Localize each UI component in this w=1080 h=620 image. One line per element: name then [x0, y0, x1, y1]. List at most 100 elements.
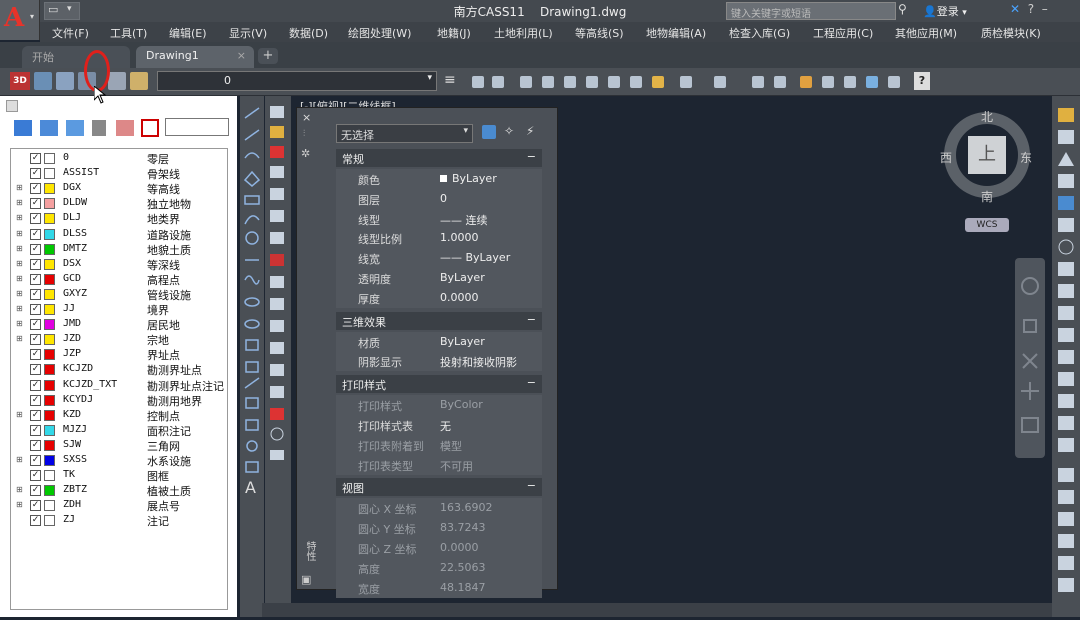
layer-visible-checkbox[interactable]: ✓	[30, 304, 41, 315]
cass-right-toolbar[interactable]	[1052, 96, 1080, 617]
layer-color-swatch[interactable]	[44, 334, 55, 346]
layer-row[interactable]: ⊞ ✓ SXSS 水系设施	[11, 453, 227, 468]
property-row[interactable]: 透明度 ByLayer	[336, 268, 542, 288]
property-row[interactable]: 打印样式表 无	[336, 415, 542, 435]
property-row[interactable]: 圆心 Z 坐标 0.0000	[336, 538, 542, 558]
property-value[interactable]: 48.1847	[440, 581, 486, 594]
layer-color-swatch[interactable]	[44, 153, 55, 164]
property-row[interactable]: 线型比例 1.0000	[336, 228, 542, 249]
layer-row[interactable]: ✓ SJW 三角网	[11, 438, 227, 453]
layer-color-swatch[interactable]	[44, 258, 55, 270]
layer-color-swatch[interactable]	[44, 288, 55, 300]
property-value[interactable]: —— 连续	[440, 212, 488, 228]
layer-row[interactable]: ✓ TK 图框	[11, 468, 227, 483]
expand-icon[interactable]: ⊞	[16, 229, 23, 238]
menu-item[interactable]: 工具(T)	[110, 25, 147, 41]
palette-icon[interactable]: ▣	[301, 573, 311, 586]
layer-color-swatch[interactable]	[44, 455, 55, 466]
layer-visible-checkbox[interactable]: ✓	[30, 258, 41, 270]
layer-row[interactable]: ✓ ASSIST 骨架线	[11, 166, 227, 181]
layer-row[interactable]: ⊞ ✓ ZDH 展点号	[11, 498, 227, 513]
search-input[interactable]: 键入关键字或短语	[726, 2, 896, 20]
property-value[interactable]: 1.0000	[440, 231, 479, 244]
property-row[interactable]: 线型 —— 连续	[336, 208, 542, 229]
viewcube-north[interactable]: 北	[981, 108, 993, 125]
viewcube-west[interactable]: 西	[940, 149, 952, 166]
property-row[interactable]: 宽度 48.1847	[336, 577, 542, 598]
expand-icon[interactable]: ⊞	[16, 500, 23, 509]
menu-item[interactable]: 绘图处理(W)	[348, 25, 411, 41]
layer-visible-checkbox[interactable]: ✓	[30, 168, 41, 180]
quick-access-toolbar[interactable]: ▭ ▾	[44, 2, 80, 20]
property-row[interactable]: 圆心 X 坐标 163.6902	[336, 498, 542, 519]
tab-start[interactable]: 开始	[22, 46, 130, 68]
layer-row[interactable]: ⊞ ✓ DMTZ 地貌土质	[11, 242, 227, 257]
minimize-icon[interactable]: –	[1042, 2, 1048, 16]
layer-color-swatch[interactable]	[44, 364, 55, 376]
draw-toolbar[interactable]: A	[240, 96, 264, 617]
expand-icon[interactable]: ⊞	[16, 274, 23, 283]
property-value[interactable]: 模型	[440, 438, 462, 454]
layer-visible-checkbox[interactable]: ✓	[30, 319, 41, 331]
viewcube-south[interactable]: 南	[981, 188, 993, 205]
layer-visible-checkbox[interactable]: ✓	[30, 288, 41, 300]
layer-color-swatch[interactable]	[44, 439, 55, 451]
quick-select-icon[interactable]: ⚡	[526, 124, 534, 138]
property-value[interactable]: ByLayer	[440, 335, 485, 348]
horizontal-scrollbar[interactable]	[262, 603, 1052, 617]
toolbar-icon-strip[interactable]	[470, 74, 910, 90]
expand-icon[interactable]: ⊞	[16, 198, 23, 207]
property-value[interactable]: 0.0000	[440, 541, 479, 554]
layer-visible-checkbox[interactable]: ✓	[30, 349, 41, 361]
property-row[interactable]: 阴影显示 投射和接收阴影	[336, 351, 542, 372]
binoculars-icon[interactable]: ⚲	[898, 2, 916, 20]
login-button[interactable]: 👤登录 ▾	[923, 3, 967, 19]
layer-visible-checkbox[interactable]: ✓	[30, 213, 41, 225]
layer-color-swatch[interactable]	[44, 485, 55, 497]
layer-color-swatch[interactable]	[44, 273, 55, 285]
layer-row[interactable]: ✓ JZP 界址点	[11, 347, 227, 362]
property-section-header[interactable]: 常规 −	[336, 149, 542, 167]
window-icon[interactable]	[56, 72, 74, 90]
layer-row[interactable]: ⊞ ✓ JZD 宗地	[11, 332, 227, 347]
viewcube-east[interactable]: 东	[1020, 149, 1032, 166]
close-icon[interactable]: ×	[237, 49, 246, 62]
menu-item[interactable]: 等高线(S)	[575, 25, 624, 41]
layer-color-swatch[interactable]	[44, 500, 55, 512]
viewcube-face[interactable]: 上	[968, 136, 1006, 174]
property-section-header[interactable]: 打印样式 −	[336, 375, 542, 394]
selection-dropdown[interactable]: 无选择 ▾	[336, 124, 473, 143]
layer-color-swatch[interactable]	[44, 470, 55, 482]
layer-row[interactable]: ⊞ ✓ GCD 高程点	[11, 272, 227, 287]
expand-icon[interactable]: ⊞	[16, 485, 23, 494]
property-section-header[interactable]: 三维效果 −	[336, 311, 542, 330]
layer-visible-checkbox[interactable]: ✓	[30, 439, 41, 451]
layer-visible-checkbox[interactable]: ✓	[30, 379, 41, 391]
layer-visible-checkbox[interactable]: ✓	[30, 394, 41, 406]
property-value[interactable]: 163.6902	[440, 501, 493, 514]
window-controls[interactable]: ✕ ? –	[1010, 2, 1048, 16]
3d-button[interactable]: 3D	[10, 72, 30, 90]
property-row[interactable]: 厚度 0.0000	[336, 287, 542, 308]
layer-row[interactable]: ✓ KCJZD 勘测界址点	[11, 362, 227, 377]
layer-color-swatch[interactable]	[44, 228, 55, 240]
open-folder-icon[interactable]: ▭	[48, 3, 58, 16]
expand-icon[interactable]: ⊞	[16, 304, 23, 313]
dropdown-arrow-icon[interactable]: ▾	[67, 4, 72, 14]
layer-visible-checkbox[interactable]: ✓	[30, 183, 41, 195]
close-icon[interactable]: ×	[302, 111, 311, 124]
layer-visible-checkbox[interactable]: ✓	[30, 409, 41, 421]
layer-dropdown[interactable]: 0 ▾	[157, 71, 437, 91]
panel-close-icon[interactable]	[6, 100, 18, 112]
layer-color-swatch[interactable]	[44, 409, 55, 421]
wcs-menu[interactable]: WCS	[965, 218, 1009, 232]
layer-color-swatch[interactable]	[44, 168, 55, 180]
layer-visible-checkbox[interactable]: ✓	[30, 515, 41, 527]
layer-color-swatch[interactable]	[44, 424, 55, 436]
layer-manager-icon[interactable]	[108, 72, 126, 90]
property-value[interactable]: —— ByLayer	[440, 251, 510, 264]
layer-row[interactable]: ⊞ ✓ ZBTZ 植被土质	[11, 483, 227, 498]
layer-row[interactable]: ✓ KCJZD_TXT 勘测界址点注记	[11, 378, 227, 393]
property-value[interactable]: 0.0000	[440, 291, 479, 304]
menu-item[interactable]: 文件(F)	[52, 25, 89, 41]
